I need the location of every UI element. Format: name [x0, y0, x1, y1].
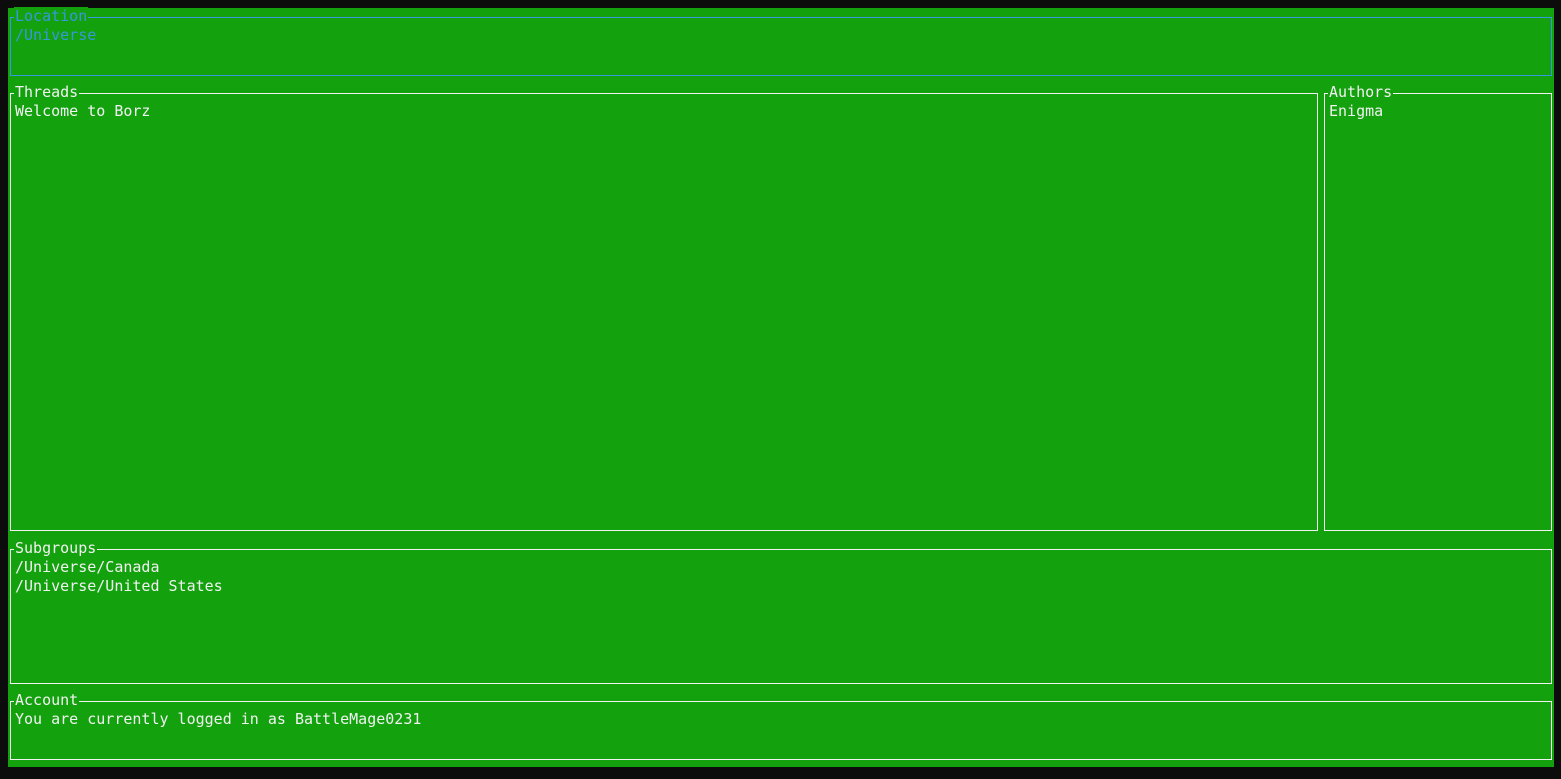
subgroups-panel[interactable]: Subgroups /Universe/Canada /Universe/Uni…: [10, 539, 1552, 684]
threads-panel-title: Threads: [14, 83, 80, 102]
account-status: You are currently logged in as BattleMag…: [15, 710, 422, 728]
subgroups-panel-title: Subgroups: [14, 539, 98, 558]
location-path[interactable]: /Universe: [15, 26, 1547, 45]
account-panel-title: Account: [14, 691, 80, 710]
location-panel-title: Location: [14, 7, 89, 26]
authors-panel[interactable]: Authors Enigma: [1324, 83, 1552, 531]
subgroup-item[interactable]: /Universe/United States: [15, 577, 1547, 596]
thread-item[interactable]: Welcome to Borz: [15, 102, 1313, 121]
terminal-screen: Location /Universe Threads Welcome to Bo…: [8, 7, 1554, 767]
threads-panel[interactable]: Threads Welcome to Borz: [10, 83, 1318, 531]
subgroup-item[interactable]: /Universe/Canada: [15, 558, 1547, 577]
author-item[interactable]: Enigma: [1329, 102, 1547, 121]
account-panel[interactable]: Account You are currently logged in as B…: [10, 691, 1552, 760]
authors-panel-title: Authors: [1328, 83, 1394, 102]
location-panel[interactable]: Location /Universe: [10, 7, 1552, 76]
